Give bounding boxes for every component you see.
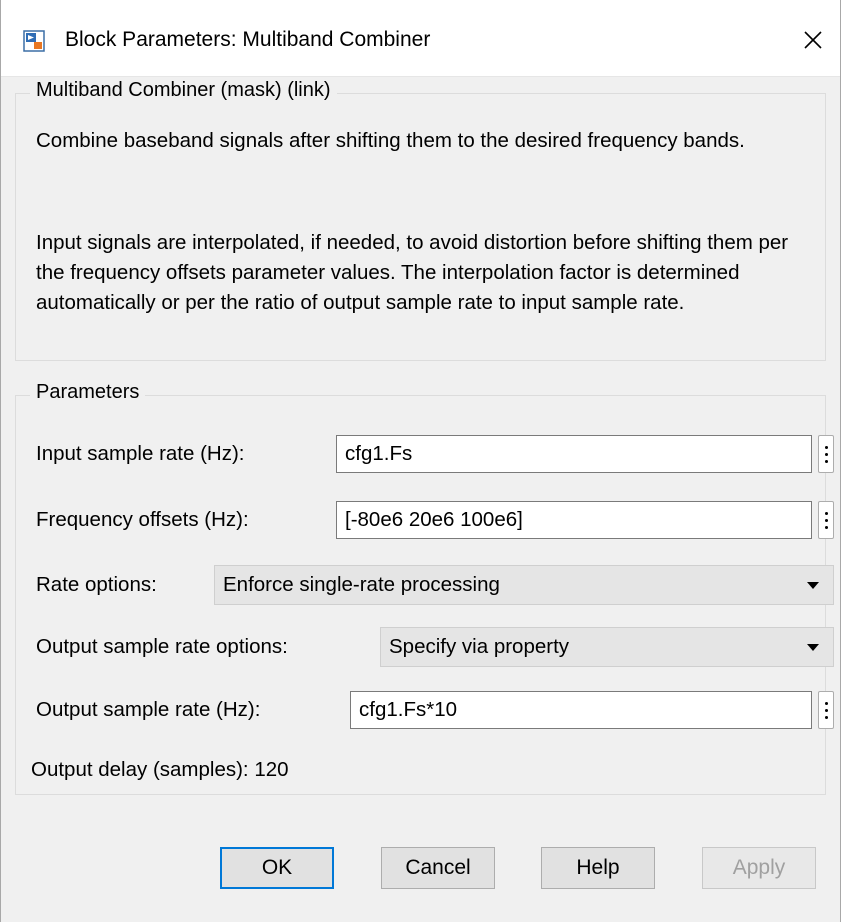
chevron-down-icon: [807, 582, 819, 589]
frequency-offsets-row: Frequency offsets (Hz): [-80e6 20e6 100e…: [36, 500, 834, 540]
rate-options-row: Rate options: Enforce single-rate proces…: [36, 565, 834, 605]
parameters-group: Parameters Input sample rate (Hz): cfg1.…: [15, 381, 834, 795]
rate-options-dropdown[interactable]: Enforce single-rate processing: [214, 565, 834, 605]
block-description-summary: Combine baseband signals after shifting …: [36, 129, 745, 152]
apply-button[interactable]: Apply: [702, 847, 816, 889]
ok-button[interactable]: OK: [220, 847, 334, 889]
chevron-down-icon: [807, 644, 819, 651]
mask-group-legend: Multiband Combiner (mask) (link): [30, 79, 337, 102]
rate-options-value: Enforce single-rate processing: [223, 573, 500, 596]
block-parameters-dialog: Block Parameters: Multiband Combiner Mul…: [0, 0, 841, 922]
output-delay-readout: Output delay (samples): 120: [31, 758, 289, 781]
cancel-button[interactable]: Cancel: [381, 847, 495, 889]
input-sample-rate-options-button[interactable]: [818, 435, 834, 473]
output-rate-options-row: Output sample rate options: Specify via …: [36, 627, 834, 667]
frequency-offsets-label: Frequency offsets (Hz):: [36, 508, 249, 531]
input-sample-rate-row: Input sample rate (Hz): cfg1.Fs: [36, 434, 834, 474]
input-sample-rate-label: Input sample rate (Hz):: [36, 442, 245, 465]
simulink-block-icon: [23, 30, 45, 52]
block-description-details: Input signals are interpolated, if neede…: [36, 231, 789, 314]
frequency-offsets-options-button[interactable]: [818, 501, 834, 539]
output-sample-rate-row: Output sample rate (Hz): cfg1.Fs*10: [36, 690, 834, 730]
frequency-offsets-field[interactable]: [-80e6 20e6 100e6]: [336, 501, 812, 539]
help-button[interactable]: Help: [541, 847, 655, 889]
close-button[interactable]: [792, 20, 834, 60]
parameters-group-legend: Parameters: [30, 381, 146, 404]
close-icon: [804, 31, 822, 49]
output-sample-rate-label: Output sample rate (Hz):: [36, 698, 261, 721]
output-rate-options-label: Output sample rate options:: [36, 635, 288, 658]
rate-options-label: Rate options:: [36, 573, 157, 596]
window-title: Block Parameters: Multiband Combiner: [65, 28, 431, 51]
output-sample-rate-options-button[interactable]: [818, 691, 834, 729]
title-bar[interactable]: Block Parameters: Multiband Combiner: [1, 0, 840, 77]
input-sample-rate-field[interactable]: cfg1.Fs: [336, 435, 812, 473]
output-sample-rate-field[interactable]: cfg1.Fs*10: [350, 691, 812, 729]
output-rate-options-dropdown[interactable]: Specify via property: [380, 627, 834, 667]
mask-description-group: Multiband Combiner (mask) (link) Combine…: [15, 79, 826, 361]
output-rate-options-value: Specify via property: [389, 635, 570, 658]
